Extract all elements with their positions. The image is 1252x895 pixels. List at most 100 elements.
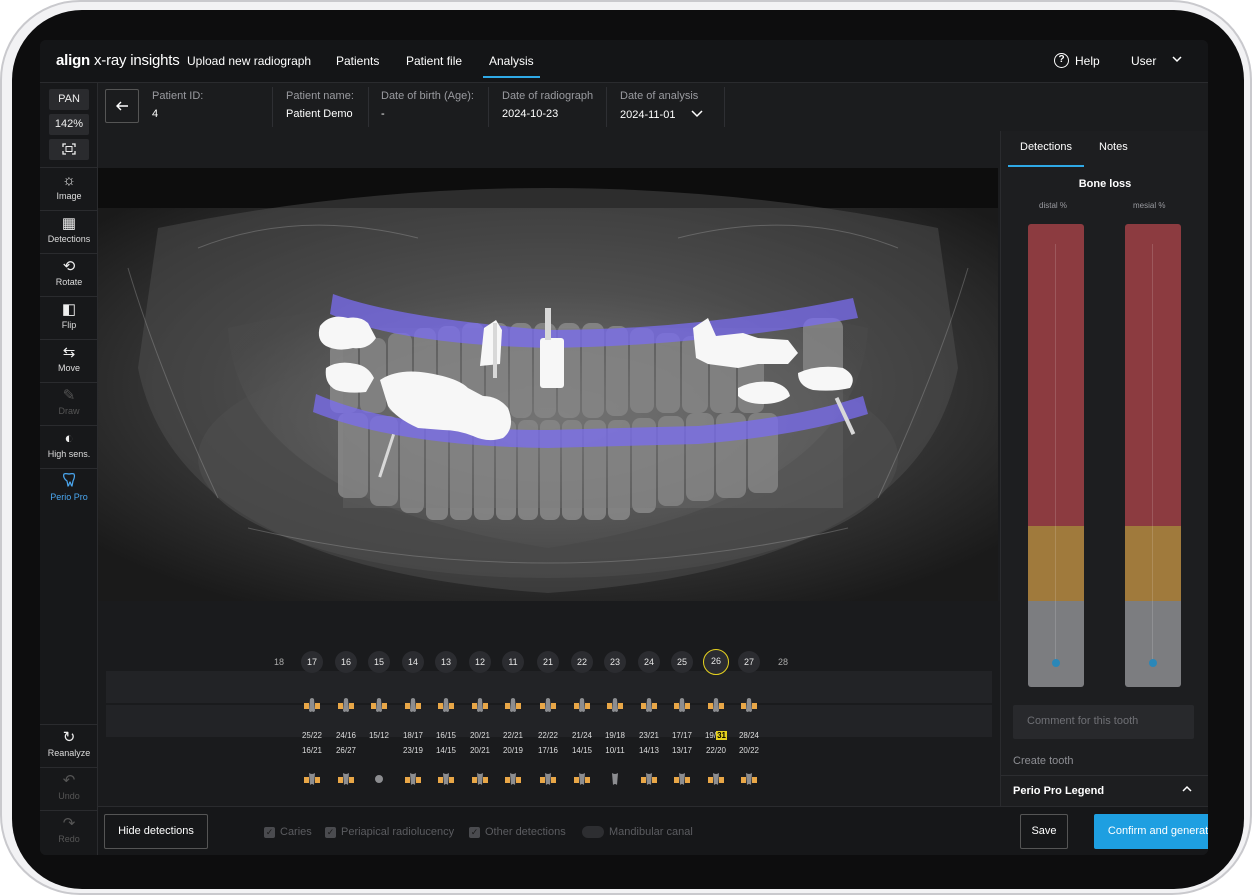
patient-id-value: 4 (152, 108, 159, 120)
undo-button[interactable]: ↶ Undo (40, 767, 98, 809)
tooth-glyph-24[interactable] (641, 694, 657, 721)
flip-icon: ◧ (61, 301, 77, 318)
tooth-number-12[interactable]: 12 (469, 651, 491, 673)
tooth-glyph-42[interactable] (472, 768, 488, 795)
tooth-glyph-15[interactable] (371, 694, 387, 721)
tool-high-sensitivity[interactable]: ◐ High sens. (40, 425, 98, 467)
tooth-number-17[interactable]: 17 (301, 651, 323, 673)
brightness-icon: ☼ (62, 172, 76, 189)
mesial-bone-loss-bar[interactable] (1125, 224, 1181, 687)
tool-perio-pro[interactable]: Perio Pro (40, 468, 98, 510)
perio-pro-legend-toggle[interactable]: Perio Pro Legend (1001, 775, 1208, 806)
tooth-number-24[interactable]: 24 (638, 651, 660, 673)
tooth-glyph-31[interactable] (540, 768, 556, 795)
zoom-level[interactable]: 142% (49, 114, 89, 135)
tab-notes[interactable]: Notes (1099, 141, 1128, 153)
tooth-glyph-45[interactable] (371, 768, 387, 795)
check-icon: ✓ (469, 826, 480, 838)
tooth-number-25[interactable]: 25 (671, 651, 693, 673)
tooth-glyph-43[interactable] (438, 768, 454, 795)
tooth-glyph-33[interactable] (607, 768, 623, 795)
tool-rotate[interactable]: ⟲ Rotate (40, 253, 98, 295)
tooth-glyph-47[interactable] (304, 768, 320, 795)
tool-draw[interactable]: ✎ Draw (40, 382, 98, 424)
tool-flip[interactable]: ◧ Flip (40, 296, 98, 338)
tooth-glyph-22[interactable] (574, 694, 590, 721)
nav-patient-file[interactable]: Patient file (406, 54, 462, 68)
divider (368, 87, 369, 127)
tooth-number-27[interactable]: 27 (738, 651, 760, 673)
distal-value-marker[interactable] (1052, 659, 1060, 667)
confirm-generate-report-button[interactable]: Confirm and generate report (1094, 814, 1208, 849)
tooth-glyph-46[interactable] (338, 768, 354, 795)
mandibular-canal-toggle[interactable]: Mandibular canal (582, 826, 693, 838)
tooth-glyph-17[interactable] (304, 694, 320, 721)
fit-screen-icon (62, 143, 76, 155)
tool-draw-label: Draw (58, 406, 80, 416)
tooth-glyph-14[interactable] (405, 694, 421, 721)
tooth-glyph-21[interactable] (540, 694, 556, 721)
tooth-glyph-41[interactable] (505, 768, 521, 795)
tooth-glyph-16[interactable] (338, 694, 354, 721)
tooth-number-21[interactable]: 21 (537, 651, 559, 673)
tooth-glyph-23[interactable] (607, 694, 623, 721)
tooth-glyph-12[interactable] (472, 694, 488, 721)
save-button[interactable]: Save (1020, 814, 1068, 849)
panoramic-xray[interactable] (98, 168, 998, 601)
nav-patients[interactable]: Patients (336, 54, 379, 68)
tooth-number-22[interactable]: 22 (571, 651, 593, 673)
bottom-action-bar: Hide detections ✓ Caries ✓ Periapical radi… (98, 806, 1208, 855)
periapical-checkbox[interactable]: ✓ Periapical radiolucency (325, 826, 454, 838)
tab-detections[interactable]: Detections (1008, 141, 1084, 167)
user-menu[interactable]: User (1131, 54, 1156, 68)
tooth-value: 17/17 (671, 731, 693, 740)
tooth-number-14[interactable]: 14 (402, 651, 424, 673)
help-button[interactable]: ? Help (1054, 53, 1100, 68)
view-mode-badge[interactable]: PAN (49, 89, 89, 110)
chevron-down-icon[interactable] (1171, 53, 1183, 68)
tooth-number-11[interactable]: 11 (502, 651, 524, 673)
distal-bone-loss-bar[interactable] (1028, 224, 1084, 687)
help-label: Help (1075, 53, 1100, 68)
tooth-glyph-13[interactable] (438, 694, 454, 721)
tooth-glyph-37[interactable] (741, 768, 757, 795)
tooth-number-23[interactable]: 23 (604, 651, 626, 673)
hide-detections-button[interactable]: Hide detections (104, 814, 208, 849)
tooth-glyph-27[interactable] (741, 694, 757, 721)
tooth-glyph-36[interactable] (708, 768, 724, 795)
tooth-glyph-34[interactable] (641, 768, 657, 795)
tooth-glyph-32[interactable] (574, 768, 590, 795)
tool-detections[interactable]: ▦ Detections (40, 210, 98, 252)
tooth-number-18[interactable]: 18 (268, 651, 290, 673)
fit-screen-button[interactable] (49, 139, 89, 160)
tooth-number-16[interactable]: 16 (335, 651, 357, 673)
tooth-glyph-11[interactable] (505, 694, 521, 721)
refresh-icon: ↻ (62, 729, 76, 746)
nav-upload-radiograph[interactable]: Upload new radiograph (187, 54, 311, 68)
other-detections-checkbox[interactable]: ✓ Other detections (469, 826, 566, 838)
tooth-glyph-35[interactable] (674, 768, 690, 795)
tooth-number-28[interactable]: 28 (772, 651, 794, 673)
help-icon: ? (1054, 53, 1069, 68)
create-tooth-link[interactable]: Create tooth (1013, 755, 1074, 767)
tool-image[interactable]: ☼ Image (40, 167, 98, 209)
tooth-value: 28/24 (738, 731, 760, 740)
tooth-number-15[interactable]: 15 (368, 651, 390, 673)
tooth-number-26[interactable]: 26 (703, 649, 729, 675)
tooth-glyph-26[interactable] (708, 694, 724, 721)
caries-checkbox[interactable]: ✓ Caries (264, 826, 312, 838)
tooth-value: 10/11 (605, 746, 625, 755)
radiograph-date-value: 2024-10-23 (502, 108, 559, 120)
tooth-glyph-44[interactable] (405, 768, 421, 795)
tool-move[interactable]: ⇆ Move (40, 339, 98, 381)
undo-label: Undo (58, 791, 80, 801)
tooth-number-13[interactable]: 13 (435, 651, 457, 673)
tooth-comment-input[interactable]: Comment for this tooth (1013, 705, 1194, 739)
redo-button[interactable]: ↷ Redo (40, 810, 98, 852)
analysis-date-select[interactable]: Date of analysis 2024-11-01 (620, 90, 703, 121)
tooth-glyph-25[interactable] (674, 694, 690, 721)
reanalyze-button[interactable]: ↻ Reanalyze (40, 724, 98, 766)
back-button[interactable] (105, 89, 139, 123)
mesial-value-marker[interactable] (1149, 659, 1157, 667)
nav-analysis[interactable]: Analysis (483, 54, 540, 78)
